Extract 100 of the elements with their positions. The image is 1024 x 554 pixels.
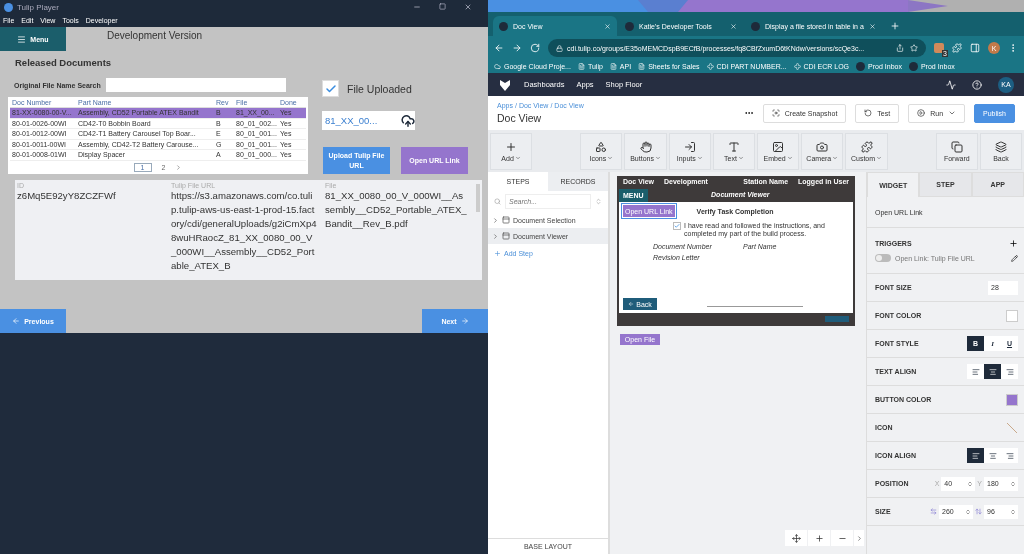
align-center-icon [988,367,997,376]
detail-value: https://s3.amazonaws.com/co.tulip.tulip-aws-us-east-1-prod-15.factory/cdi/generalUploads/g2iCmXp48wuHRaocZ_81_XX_0080_00_V_000WI__Assembly__CD52_Portable_ATEX_B [171,190,317,273]
step-icon [502,216,510,224]
cross-icon [793,63,801,70]
align-left-icon [971,367,980,376]
camera-icon [816,140,829,153]
close-icon[interactable] [464,3,472,11]
play-icon [917,109,926,117]
tulip-icon [499,21,508,31]
checkbox[interactable] [322,80,339,97]
align-right-icon [1005,367,1014,376]
caret-icon [607,155,614,161]
arrow-right-icon [460,317,469,325]
activity-icon[interactable] [946,79,956,90]
expand-button[interactable] [854,530,864,546]
width-icon [930,508,937,515]
color-swatch[interactable] [1006,309,1018,322]
layers-icon [994,140,1007,153]
tulip-icon [751,21,760,31]
stepper-icon[interactable] [1010,480,1016,487]
search-icon [494,198,501,205]
cloud-upload-icon[interactable] [401,113,415,128]
caret-icon [786,155,793,161]
page-icon [609,63,617,70]
edit-icon[interactable] [1011,254,1018,262]
chevron-right-icon [855,534,863,542]
caret-icon [832,155,839,161]
tulip-icon [856,62,866,71]
caret-icon [696,155,703,161]
align-left-icon [971,451,980,460]
align-toggle[interactable] [1001,364,1018,379]
help-icon[interactable] [972,79,982,90]
stepper-icon[interactable] [967,480,974,487]
version-label: Development Version [107,30,203,41]
puzzle-icon[interactable] [952,43,962,53]
tulip-icon [908,62,918,71]
stepper-icon[interactable] [1010,508,1016,515]
align-right-icon [1005,451,1014,460]
plus-icon[interactable] [1009,239,1018,248]
section-title: Released Documents [15,57,113,68]
align-toggle[interactable] [1001,448,1018,463]
search-field[interactable] [105,78,286,92]
detail-value: 81_XX_0080_00_V_000WI__Assembly__CD52_Portable_ATEX_Bandit__Rev_B.pdf [325,189,467,231]
align-toggle[interactable] [967,364,984,379]
puzzle-icon [860,140,873,153]
height-icon [975,508,982,515]
color-swatch[interactable] [1006,393,1018,406]
align-toggle[interactable] [984,448,1001,463]
caret-icon [737,155,744,161]
text-icon [727,140,740,153]
reload-icon[interactable] [530,43,540,53]
file-field[interactable]: 81_XX_00... [322,111,415,130]
plus-icon [494,250,501,257]
lock-icon [556,44,563,52]
check-icon [324,82,337,95]
menu-icon [17,34,27,44]
align-toggle[interactable] [984,364,1001,379]
maximize-icon[interactable] [439,3,446,10]
detail-value: z6Mq5E92yY8ZCZFWf [17,189,117,203]
window-title: Tulip Player [17,2,59,12]
cloud-icon [494,63,501,70]
align-center-icon [988,451,997,460]
forward-icon[interactable] [512,43,522,53]
step-icon [502,232,510,240]
plus-icon [505,140,518,153]
side-panel-icon[interactable] [970,43,980,53]
empty-icon-slot[interactable] [1006,421,1018,434]
focus-icon [771,109,780,117]
page-title: Doc View [497,112,543,124]
input-icon [683,140,696,153]
arrow-left-icon [12,317,21,325]
scrollbar[interactable] [476,184,480,212]
image-icon [772,140,785,153]
zoom-in-button[interactable] [808,530,830,546]
back-icon[interactable] [494,43,504,53]
move-icon [791,533,801,543]
refresh-icon [864,109,873,117]
stepper-icon[interactable] [965,508,971,515]
page-icon [638,63,646,70]
star-icon[interactable] [910,44,918,52]
pan-button[interactable] [785,530,807,546]
minimize-icon[interactable] [413,3,421,11]
caret-icon [654,155,661,161]
layers-icon [950,140,963,153]
toggle[interactable] [875,254,891,262]
share-icon[interactable] [896,44,904,52]
next-page-icon[interactable] [175,163,183,171]
new-tab-icon[interactable] [889,21,900,31]
arrow-left-icon [628,301,635,307]
caret-icon [876,155,883,161]
close-icon[interactable] [868,22,876,30]
plus-icon [814,533,824,543]
hand-icon [639,140,652,153]
tulip-logo-icon [498,77,512,92]
caret-icon [514,155,521,161]
page-icon [577,63,585,70]
align-toggle[interactable] [967,448,984,463]
cross-icon [706,63,714,70]
caret-icon [948,109,957,117]
app-icon [4,2,13,12]
